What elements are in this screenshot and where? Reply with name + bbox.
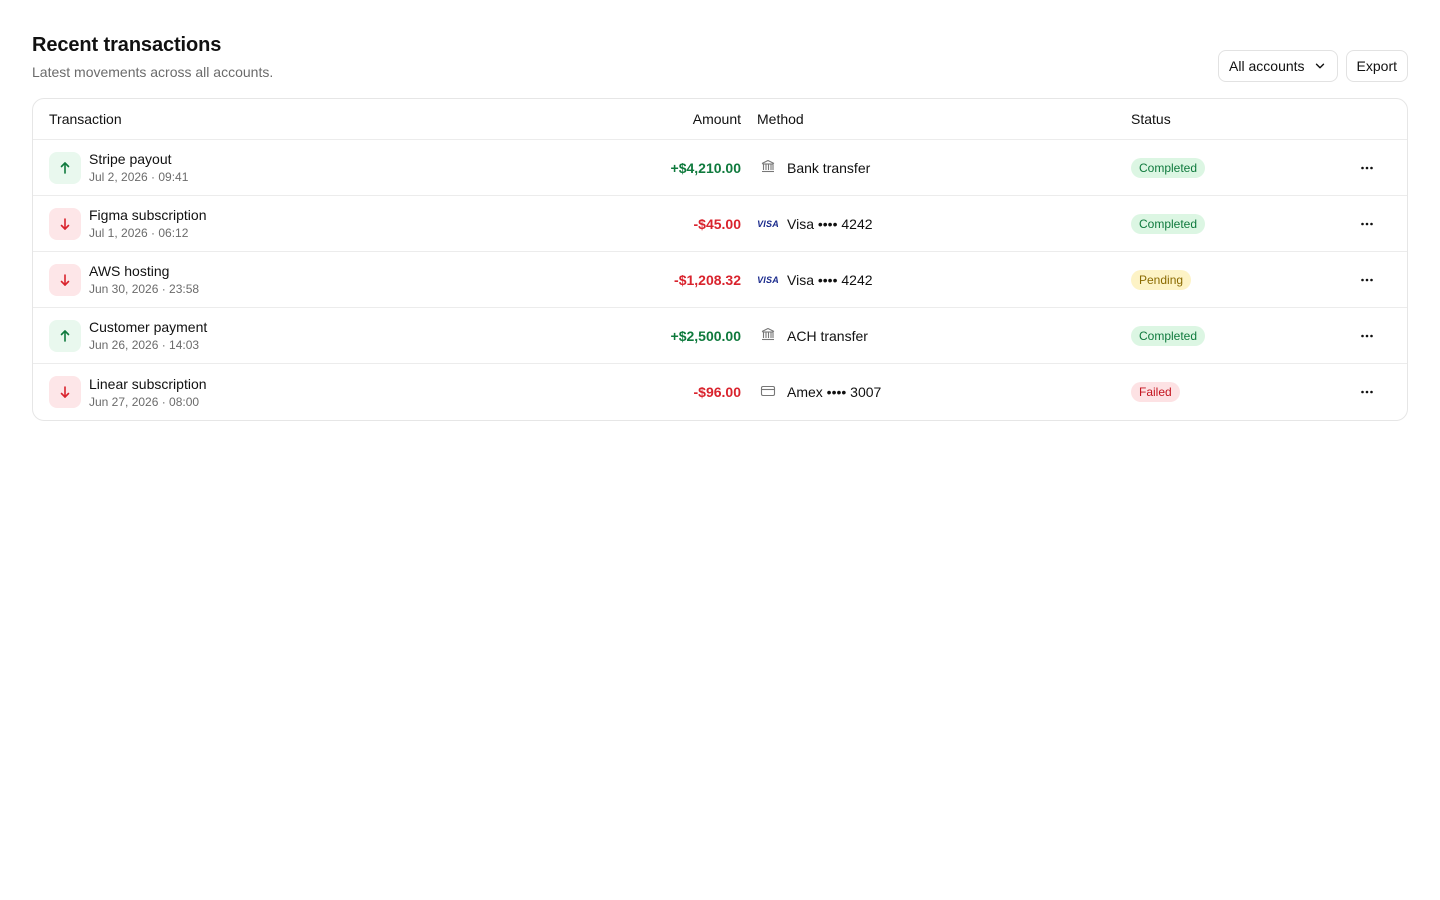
transaction-date: Jun 30, 2026 · 23:58 [89, 282, 200, 296]
transaction-info: Linear subscription Jun 27, 2026 · 08:00 [49, 375, 207, 410]
transaction-name: Figma subscription [89, 207, 207, 223]
method-icon-wrapper [757, 326, 779, 345]
transaction-cell: Figma subscription Jul 1, 2026 · 06:12 -$4… [33, 206, 741, 241]
column-header-method: Method [757, 111, 804, 127]
arrow-down-icon [49, 207, 81, 240]
status-badge: Failed [1131, 382, 1180, 402]
card-icon [760, 383, 776, 402]
transaction-date: Jul 1, 2026 · 06:12 [89, 226, 189, 240]
more-options-icon[interactable] [1355, 324, 1379, 348]
transaction-name: AWS hosting [89, 263, 170, 279]
arrow-down-icon [49, 263, 81, 296]
export-label: Export [1356, 58, 1397, 74]
more-options-icon[interactable] [1355, 380, 1379, 404]
export-button[interactable]: Export [1345, 50, 1408, 82]
transaction-info: Stripe payout Jul 2, 2026 · 09:41 [49, 150, 188, 185]
payment-method: VISA Visa •••• 4242 [741, 272, 1115, 288]
transaction-name: Customer payment [89, 319, 208, 335]
arrow-up-icon [49, 319, 81, 352]
transaction-text: AWS hosting Jun 30, 2026 · 23:58 [89, 262, 199, 297]
table-row[interactable]: Linear subscription Jun 27, 2026 · 08:00 -… [33, 364, 1407, 420]
payment-method-label: ACH transfer [787, 327, 868, 344]
payment-method-label: Bank transfer [787, 159, 871, 176]
transaction-info: Customer payment Jun 26, 2026 · 14:03 [49, 318, 207, 353]
payment-method: VISA Visa •••• 4242 [741, 216, 1115, 232]
bank-icon [760, 158, 776, 177]
header-inner: Transaction Amount [49, 111, 741, 127]
chevron-down-icon [1315, 63, 1324, 69]
transaction-text: Linear subscription Jun 27, 2026 · 08:00 [89, 375, 207, 410]
transaction-amount: +$4,210.00 [670, 159, 741, 176]
method-icon-wrapper [757, 383, 779, 402]
account-filter-dropdown[interactable]: All accounts [1218, 50, 1338, 82]
payment-method: Bank transfer [741, 158, 1115, 177]
visa-icon: VISA [757, 218, 779, 229]
table-body: Stripe payout Jul 2, 2026 · 09:41 +$4,210.… [33, 140, 1407, 420]
page: Recent transactions Latest movements acr… [0, 0, 1440, 900]
payment-method-label: Amex •••• 3007 [787, 384, 882, 400]
transaction-name: Stripe payout [89, 151, 172, 167]
table-row[interactable]: AWS hosting Jun 30, 2026 · 23:58 -$1,208.3… [33, 252, 1407, 308]
transaction-cell: Customer payment Jun 26, 2026 · 14:03 +$2,… [33, 318, 741, 353]
visa-icon: VISA [757, 274, 779, 285]
status-cell: Completed [1115, 213, 1355, 234]
status-badge: Completed [1131, 325, 1206, 346]
transaction-info: Figma subscription Jul 1, 2026 · 06:12 [49, 206, 207, 241]
arrow-up-icon [49, 151, 81, 184]
status-badge: Pending [1131, 269, 1192, 290]
transaction-date: Jun 26, 2026 · 14:03 [89, 338, 200, 352]
page-subtitle: Latest movements across all accounts. [32, 64, 274, 80]
more-options-icon[interactable] [1355, 268, 1379, 292]
payment-method-label: Visa •••• 4242 [787, 215, 873, 232]
payment-method: Amex •••• 3007 [741, 383, 1115, 402]
column-header-status: Status [1131, 111, 1171, 127]
status-cell: Failed [1115, 382, 1355, 402]
payment-method-label: Visa •••• 4242 [787, 271, 873, 288]
transaction-text: Customer payment Jun 26, 2026 · 14:03 [89, 318, 207, 353]
page-header: Recent transactions Latest movements acr… [32, 0, 1408, 98]
row-actions [1355, 156, 1407, 180]
table-row[interactable]: Figma subscription Jul 1, 2026 · 06:12 -$4… [33, 196, 1407, 252]
transaction-cell: Linear subscription Jun 27, 2026 · 08:00 -… [33, 375, 741, 410]
transaction-amount: -$96.00 [693, 384, 741, 400]
row-actions [1355, 212, 1407, 236]
header-transaction-amount: Transaction Amount [33, 111, 741, 127]
more-options-icon[interactable] [1355, 156, 1379, 180]
column-header-transaction: Transaction [49, 111, 122, 127]
bank-icon [760, 326, 776, 345]
transaction-cell: AWS hosting Jun 30, 2026 · 23:58 -$1,208.3… [33, 262, 741, 297]
column-header-amount: Amount [692, 111, 741, 127]
payment-method: ACH transfer [741, 326, 1115, 345]
transaction-text: Figma subscription Jul 1, 2026 · 06:12 [89, 206, 207, 241]
transaction-info: AWS hosting Jun 30, 2026 · 23:58 [49, 262, 199, 297]
transaction-amount: -$45.00 [693, 215, 741, 232]
row-actions [1355, 324, 1407, 348]
transaction-cell: Stripe payout Jul 2, 2026 · 09:41 +$4,210.… [33, 150, 741, 185]
status-badge: Completed [1131, 157, 1206, 178]
row-actions [1355, 268, 1407, 292]
table-header: Transaction Amount Method Status [33, 99, 1407, 140]
transaction-text: Stripe payout Jul 2, 2026 · 09:41 [89, 150, 188, 185]
transaction-date: Jun 27, 2026 · 08:00 [89, 394, 200, 409]
page-title: Recent transactions [32, 34, 222, 56]
method-icon-wrapper: VISA [757, 275, 779, 285]
transaction-date: Jul 2, 2026 · 09:41 [89, 170, 189, 184]
status-cell: Pending [1115, 269, 1355, 290]
method-icon-wrapper [757, 158, 779, 177]
header-actions: All accounts Export [1218, 50, 1408, 82]
status-cell: Completed [1115, 325, 1355, 346]
status-cell: Completed [1115, 157, 1355, 178]
transaction-amount: +$2,500.00 [670, 327, 741, 344]
arrow-down-icon [49, 376, 81, 408]
more-options-icon[interactable] [1355, 212, 1379, 236]
account-filter-label: All accounts [1229, 58, 1305, 74]
transactions-table: Transaction Amount Method Status Stripe … [32, 98, 1408, 421]
row-actions [1355, 380, 1407, 404]
transaction-name: Linear subscription [89, 375, 207, 392]
method-icon-wrapper: VISA [757, 219, 779, 229]
table-row[interactable]: Stripe payout Jul 2, 2026 · 09:41 +$4,210.… [33, 140, 1407, 196]
transaction-amount: -$1,208.32 [674, 271, 741, 288]
status-badge: Completed [1131, 213, 1206, 234]
table-row[interactable]: Customer payment Jun 26, 2026 · 14:03 +$2,… [33, 308, 1407, 364]
